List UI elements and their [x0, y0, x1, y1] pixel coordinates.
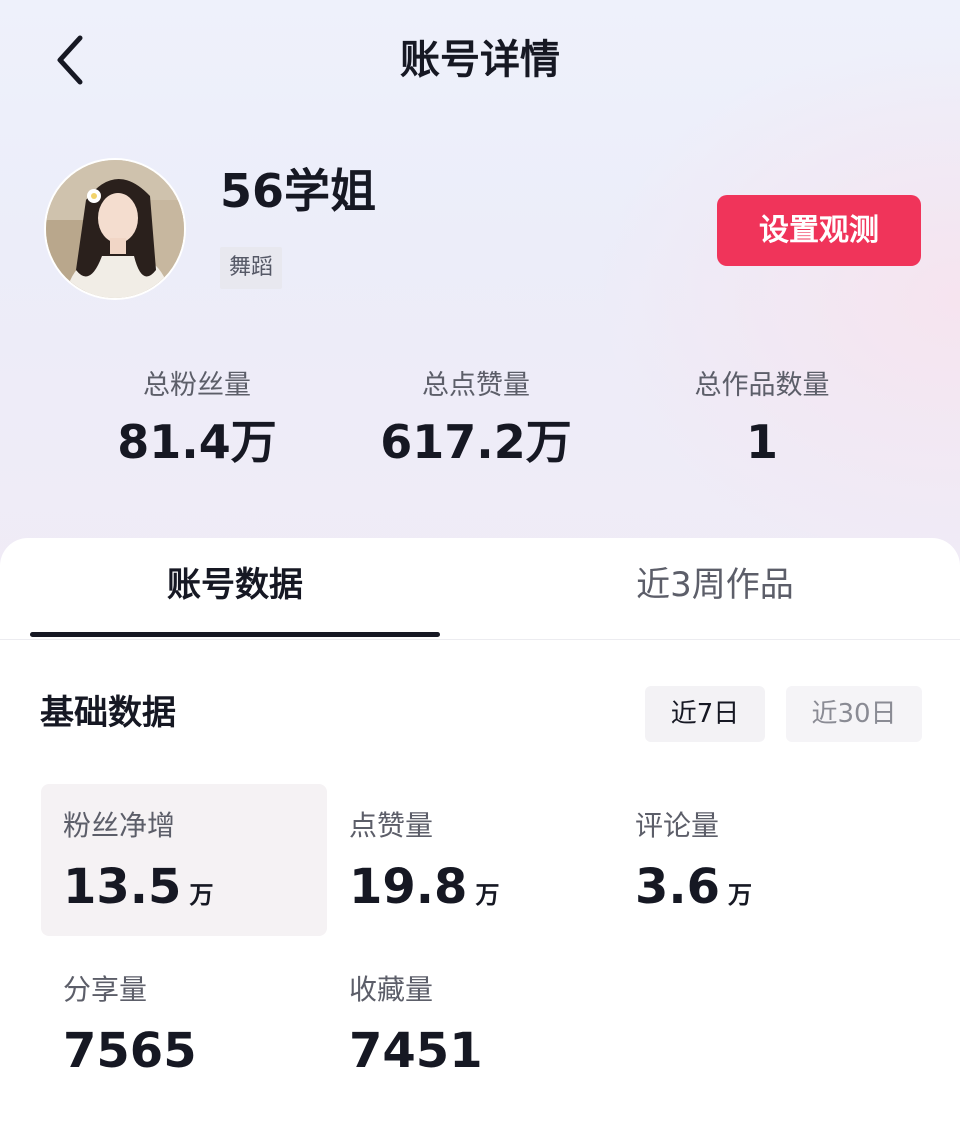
metric-number: 3.6 [635, 859, 721, 915]
metric-follower-net-gain[interactable]: 粉丝净增 13.5 万 [41, 784, 327, 936]
account-name: 56学姐 [220, 164, 377, 218]
stat-value: 1 [745, 415, 778, 469]
range-30-days-button[interactable]: 近30日 [786, 686, 922, 742]
stat-label: 总点赞量 [422, 370, 530, 401]
header-background [0, 0, 960, 600]
metric-number: 13.5 [63, 859, 182, 915]
metric-value: 7565 [63, 1018, 197, 1095]
section-title: 基础数据 [40, 693, 176, 733]
tab-divider [0, 639, 960, 640]
metric-label: 粉丝净增 [63, 809, 176, 842]
metric-number: 19.8 [349, 859, 468, 915]
set-observe-button[interactable]: 设置观测 [717, 195, 921, 266]
stat-label: 总作品数量 [694, 370, 830, 401]
metric-comments[interactable]: 评论量 3.6 万 [613, 784, 899, 936]
metric-label: 评论量 [635, 809, 720, 842]
metric-value: 13.5 万 [63, 854, 213, 931]
avatar-image [46, 160, 184, 298]
category-tag: 舞蹈 [220, 247, 283, 289]
metric-number: 7451 [349, 1023, 483, 1079]
stat-value: 81.4万 [117, 415, 277, 469]
metric-shares[interactable]: 分享量 7565 [41, 948, 327, 1100]
metric-unit: 万 [189, 881, 214, 909]
metric-number: 7565 [63, 1023, 197, 1079]
metric-value: 3.6 万 [635, 854, 752, 931]
tab-account-data[interactable]: 账号数据 [30, 552, 440, 618]
metric-label: 点赞量 [349, 809, 434, 842]
metric-label: 收藏量 [349, 973, 434, 1006]
metric-favorites[interactable]: 收藏量 7451 [327, 948, 613, 1100]
metric-value: 7451 [349, 1018, 483, 1095]
metric-value: 19.8 万 [349, 854, 499, 931]
metric-unit: 万 [475, 881, 500, 909]
avatar[interactable] [44, 158, 186, 300]
stat-total-works: 总作品数量 1 [642, 362, 882, 474]
stat-value: 617.2万 [380, 415, 572, 469]
page-title: 账号详情 [400, 37, 560, 83]
metric-label: 分享量 [63, 973, 148, 1006]
metric-unit: 万 [728, 881, 753, 909]
active-tab-indicator [30, 632, 440, 637]
stat-total-likes: 总点赞量 617.2万 [356, 362, 596, 474]
stat-total-followers: 总粉丝量 81.4万 [77, 362, 317, 474]
range-7-days-button[interactable]: 近7日 [645, 686, 765, 742]
tab-recent-works[interactable]: 近3周作品 [510, 552, 920, 618]
metric-likes[interactable]: 点赞量 19.8 万 [327, 784, 613, 936]
stat-label: 总粉丝量 [143, 370, 251, 401]
